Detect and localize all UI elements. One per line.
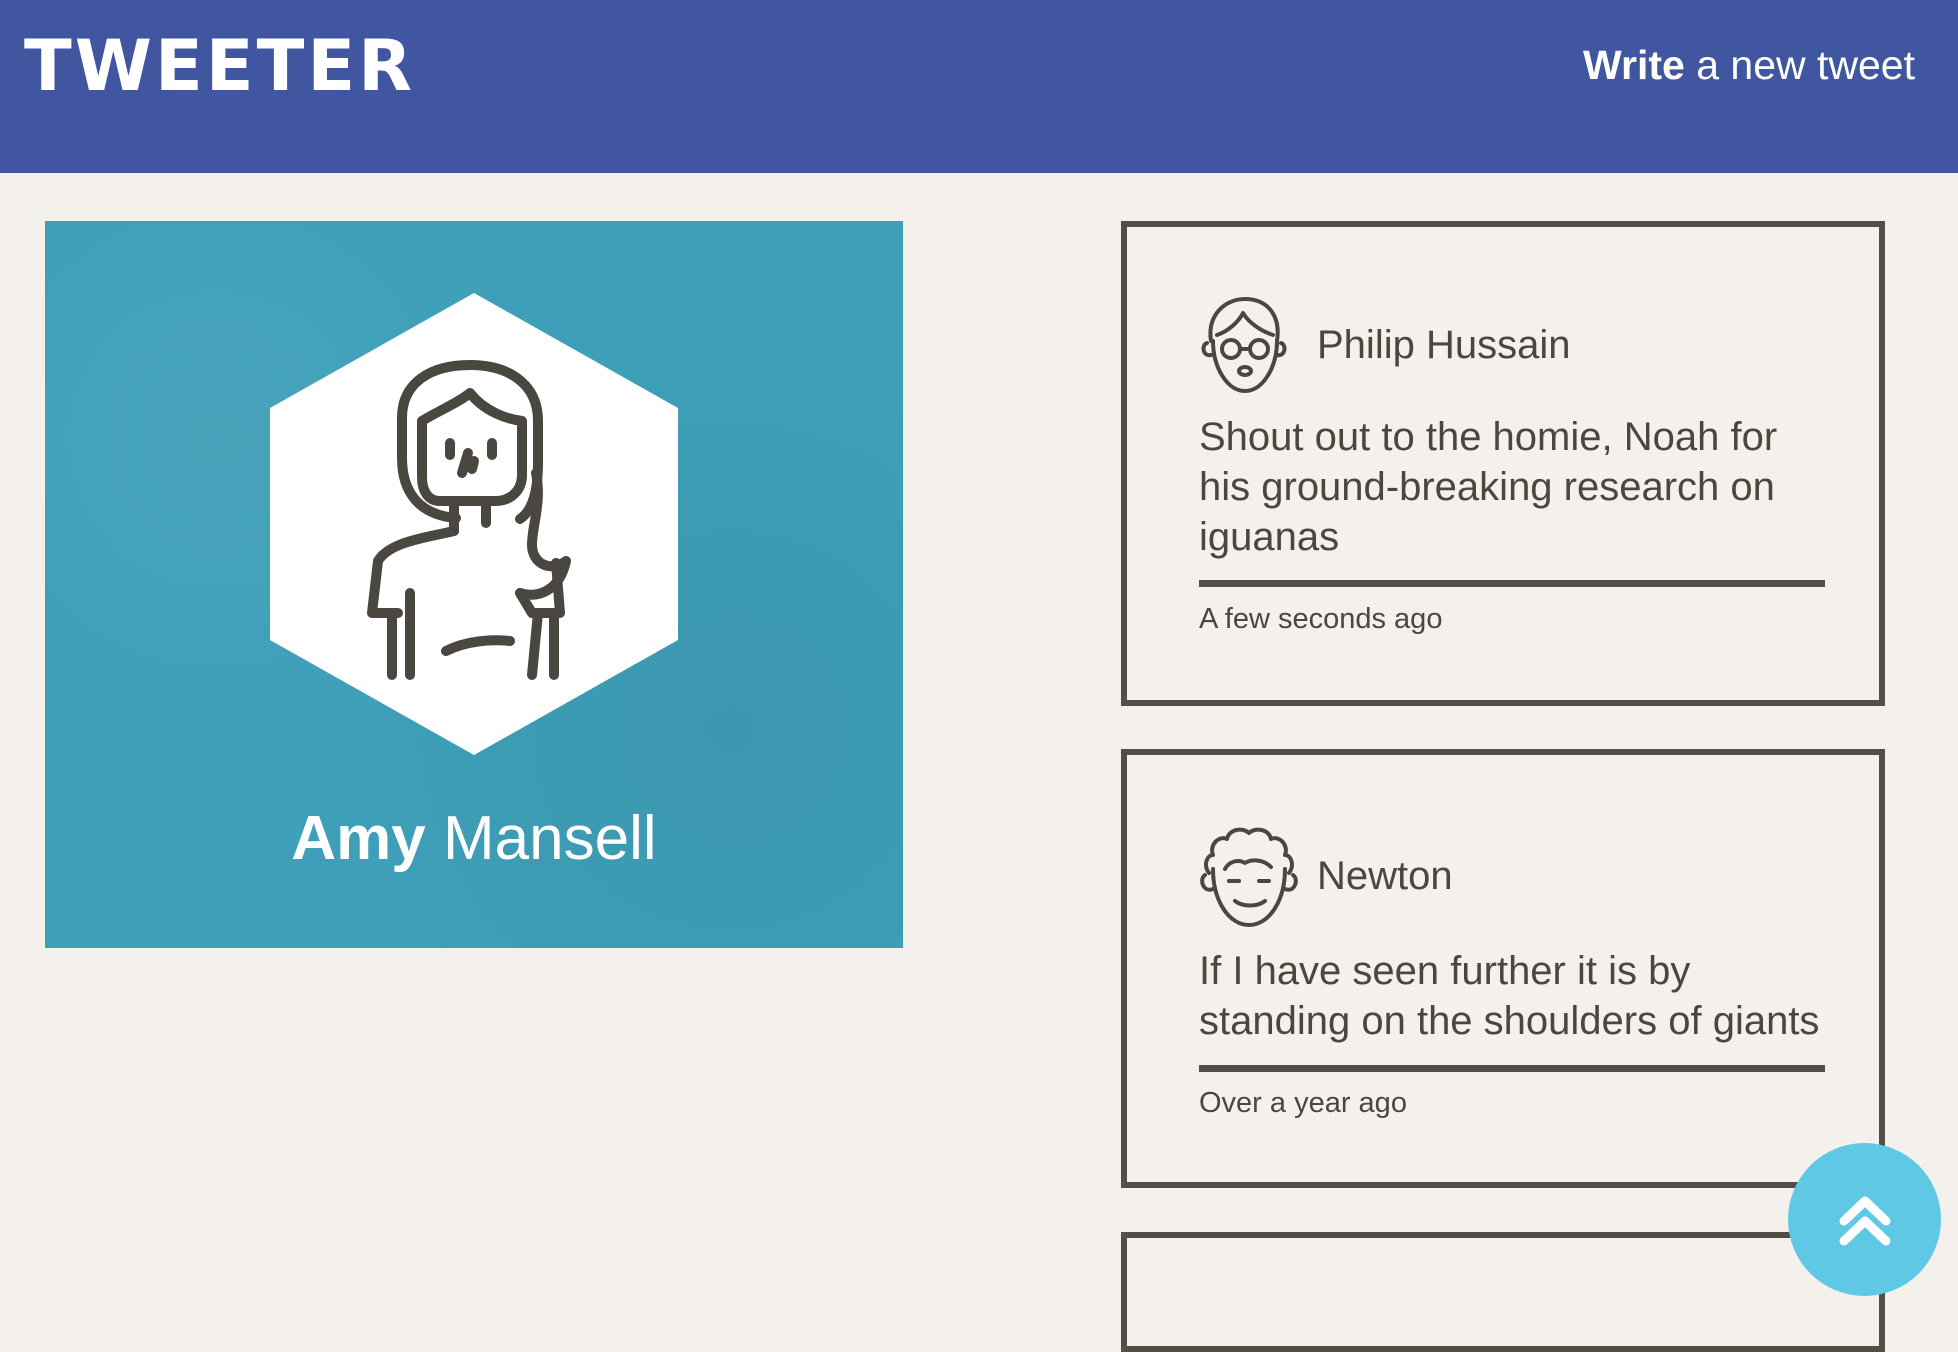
tweet-author[interactable]: Newton [1317, 851, 1453, 901]
curly-hair-avatar-icon [1200, 827, 1298, 927]
tweet-timestamp: Over a year ago [1199, 1087, 1407, 1119]
compose-rest-label: a new tweet [1696, 42, 1915, 88]
tweet-text: If I have seen further it is by standing… [1199, 949, 1820, 1043]
profile-name: Amy Mansell [45, 801, 903, 877]
compose-strong-label: Write [1583, 42, 1685, 88]
profile-last-name: Mansell [442, 804, 657, 873]
woman-avatar-icon [270, 293, 678, 755]
profile-first-name: Amy [291, 804, 426, 873]
scroll-to-top-button[interactable] [1788, 1143, 1941, 1296]
tweet-card: Philip Hussain Shout out to the homie, N… [1121, 221, 1885, 706]
tweet-divider [1199, 1065, 1825, 1072]
tweet-card [1121, 1232, 1885, 1352]
double-chevron-up-icon [1839, 1196, 1891, 1246]
tweet-timestamp: A few seconds ago [1199, 603, 1443, 635]
tweet-author[interactable]: Philip Hussain [1317, 320, 1570, 370]
tweet-card: Newton If I have seen further it is by s… [1121, 749, 1885, 1188]
tweet-text: Shout out to the homie, Noah for his gro… [1199, 415, 1778, 559]
man-glasses-avatar-icon [1201, 297, 1287, 393]
tweet-divider [1199, 580, 1825, 587]
profile-card: Amy Mansell [45, 221, 903, 948]
top-navbar: TWEETER Write a new tweet [0, 0, 1958, 173]
write-tweet-button[interactable]: Write a new tweet [1583, 38, 1915, 92]
brand-logo[interactable]: TWEETER [24, 22, 415, 110]
